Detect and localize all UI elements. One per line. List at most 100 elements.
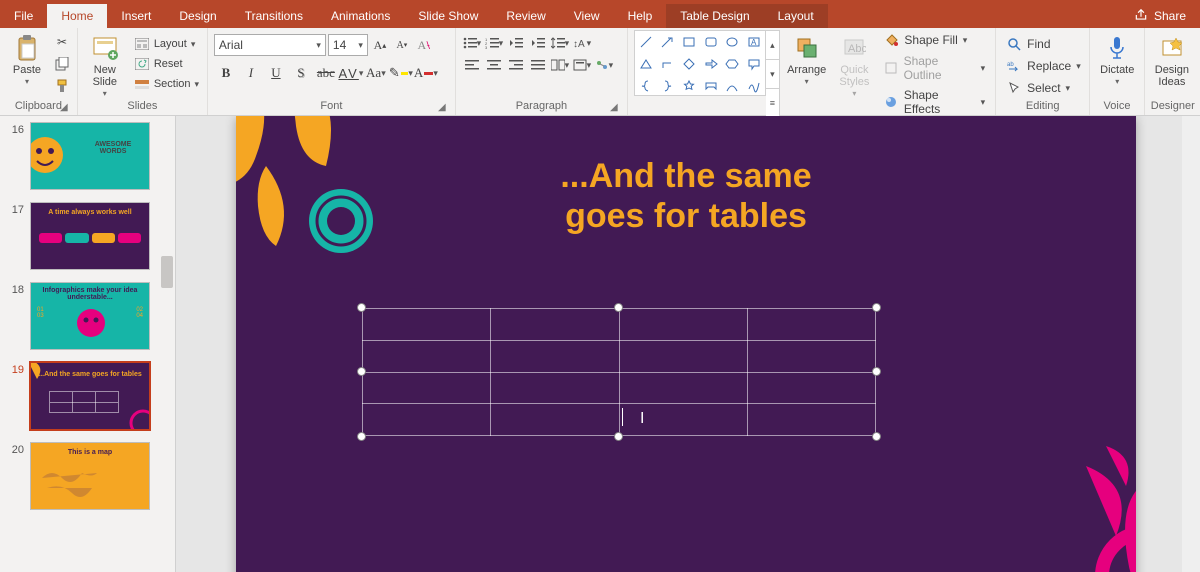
- char-spacing-button[interactable]: AV▾: [339, 62, 363, 84]
- tab-table-design[interactable]: Table Design: [666, 4, 763, 28]
- tab-review[interactable]: Review: [492, 4, 559, 28]
- line-spacing-button[interactable]: ▾: [550, 34, 570, 52]
- columns-button[interactable]: ▾: [550, 56, 570, 74]
- find-button[interactable]: Find: [1002, 34, 1085, 54]
- shrink-font-button[interactable]: A▾: [392, 35, 412, 55]
- thumb-19[interactable]: 19 ...And the same goes for tables: [0, 356, 175, 436]
- scrollbar-thumb[interactable]: [161, 256, 173, 288]
- tab-insert[interactable]: Insert: [107, 4, 165, 28]
- copy-button[interactable]: [52, 54, 72, 74]
- resize-handle-s[interactable]: [614, 432, 623, 441]
- font-size-combo[interactable]: 14▾: [328, 34, 368, 56]
- clear-formatting-button[interactable]: A⧷: [414, 35, 434, 55]
- align-text-button[interactable]: ▾: [572, 56, 592, 74]
- cut-button[interactable]: ✂: [52, 32, 72, 52]
- share-button[interactable]: Share: [1120, 4, 1200, 28]
- shapes-gallery[interactable]: A: [634, 30, 766, 96]
- thumb-17[interactable]: 17 A time always works well: [0, 196, 175, 276]
- bullets-button[interactable]: ▾: [462, 34, 482, 52]
- shape-rect[interactable]: [678, 31, 700, 53]
- resize-handle-nw[interactable]: [357, 303, 366, 312]
- shape-arrow-line[interactable]: [657, 31, 679, 53]
- shape-elbow[interactable]: [657, 53, 679, 75]
- font-name-combo[interactable]: Arial▾: [214, 34, 326, 56]
- resize-handle-ne[interactable]: [872, 303, 881, 312]
- paste-button[interactable]: Paste ▾: [6, 30, 48, 98]
- change-case-button[interactable]: Aa▾: [364, 62, 388, 84]
- underline-button[interactable]: U: [264, 62, 288, 84]
- dictate-button[interactable]: Dictate ▾: [1096, 30, 1138, 98]
- quick-styles-button[interactable]: Abc Quick Styles ▾: [833, 30, 875, 118]
- shape-line[interactable]: [635, 31, 657, 53]
- shape-arrow[interactable]: [700, 53, 722, 75]
- tab-help[interactable]: Help: [614, 4, 667, 28]
- design-ideas-button[interactable]: Design Ideas: [1151, 30, 1193, 98]
- align-center-button[interactable]: [484, 56, 504, 74]
- smartart-button[interactable]: ▾: [594, 56, 614, 74]
- highlight-button[interactable]: ✎▾: [389, 62, 413, 84]
- decrease-indent-button[interactable]: [506, 34, 526, 52]
- shape-textbox[interactable]: A: [743, 31, 765, 53]
- resize-handle-se[interactable]: [872, 432, 881, 441]
- numbering-button[interactable]: 123▾: [484, 34, 504, 52]
- increase-indent-button[interactable]: [528, 34, 548, 52]
- grow-font-button[interactable]: A▴: [370, 35, 390, 55]
- resize-handle-e[interactable]: [872, 367, 881, 376]
- shape-fill-button[interactable]: Shape Fill▾: [879, 30, 989, 50]
- shape-brace-r[interactable]: [657, 75, 679, 97]
- shape-triangle[interactable]: [635, 53, 657, 75]
- format-painter-button[interactable]: [52, 76, 72, 96]
- tab-view[interactable]: View: [560, 4, 614, 28]
- shape-banner[interactable]: [700, 75, 722, 97]
- table[interactable]: [362, 308, 876, 436]
- thumb-16[interactable]: 16 AWESOME WORDS: [0, 116, 175, 196]
- text-direction-button[interactable]: ↕A▾: [572, 34, 592, 52]
- shadow-button[interactable]: S: [289, 62, 313, 84]
- shape-effects-button[interactable]: Shape Effects▾: [879, 86, 989, 118]
- justify-button[interactable]: [528, 56, 548, 74]
- clipboard-dialog-launcher[interactable]: ◢: [59, 103, 69, 113]
- tab-home[interactable]: Home: [47, 4, 107, 28]
- slide-canvas-area[interactable]: ...And the same goes for tables: [176, 116, 1200, 572]
- thumb-18[interactable]: 18 Infographics make your idea understab…: [0, 276, 175, 356]
- thumb-20[interactable]: 20 This is a map: [0, 436, 175, 516]
- tab-transitions[interactable]: Transitions: [231, 4, 317, 28]
- paragraph-dialog-launcher[interactable]: ◢: [609, 103, 619, 113]
- thumbnails-scrollbar[interactable]: [159, 116, 175, 572]
- reset-button[interactable]: Reset: [130, 55, 203, 73]
- gallery-down-button[interactable]: ▾: [766, 59, 779, 88]
- align-left-button[interactable]: [462, 56, 482, 74]
- italic-button[interactable]: I: [239, 62, 263, 84]
- table-selection[interactable]: I: [362, 308, 876, 436]
- shape-outline-button[interactable]: Shape Outline▾: [879, 52, 989, 84]
- font-color-button[interactable]: A▾: [414, 62, 438, 84]
- gallery-more-button[interactable]: ≡: [766, 88, 779, 117]
- gallery-up-button[interactable]: ▴: [766, 31, 779, 59]
- strikethrough-button[interactable]: abc: [314, 62, 338, 84]
- replace-button[interactable]: abReplace▾: [1002, 56, 1085, 76]
- shape-roundrect[interactable]: [700, 31, 722, 53]
- section-button[interactable]: Section▾: [130, 75, 203, 93]
- tab-layout[interactable]: Layout: [764, 4, 828, 28]
- tab-file[interactable]: File: [0, 4, 47, 28]
- select-button[interactable]: Select▾: [1002, 78, 1085, 98]
- shape-callout[interactable]: [743, 53, 765, 75]
- arrange-button[interactable]: Arrange ▾: [784, 30, 830, 118]
- shape-diamond[interactable]: [678, 53, 700, 75]
- shape-oval[interactable]: [722, 31, 744, 53]
- tab-slideshow[interactable]: Slide Show: [404, 4, 492, 28]
- font-dialog-launcher[interactable]: ◢: [437, 103, 447, 113]
- layout-button[interactable]: Layout▾: [130, 35, 203, 53]
- tab-animations[interactable]: Animations: [317, 4, 404, 28]
- shape-freeform[interactable]: [743, 75, 765, 97]
- align-right-button[interactable]: [506, 56, 526, 74]
- tab-design[interactable]: Design: [165, 4, 230, 28]
- shape-star[interactable]: [678, 75, 700, 97]
- resize-handle-w[interactable]: [357, 367, 366, 376]
- canvas-scrollbar[interactable]: [1182, 116, 1200, 572]
- bold-button[interactable]: B: [214, 62, 238, 84]
- resize-handle-sw[interactable]: [357, 432, 366, 441]
- new-slide-button[interactable]: New Slide ▾: [84, 30, 126, 98]
- shape-brace-l[interactable]: [635, 75, 657, 97]
- shape-hexagon[interactable]: [722, 53, 744, 75]
